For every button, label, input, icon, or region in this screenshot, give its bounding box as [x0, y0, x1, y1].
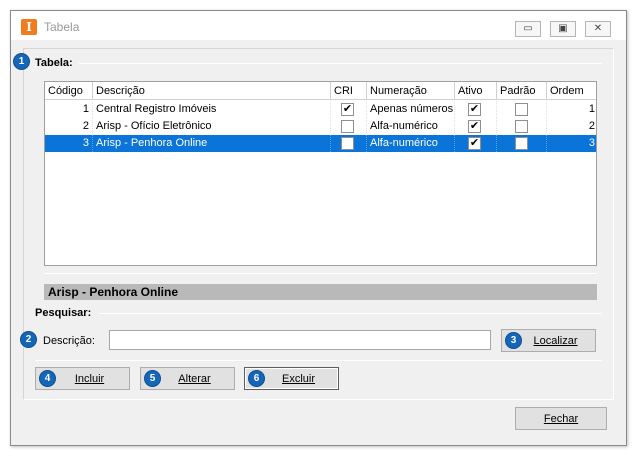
- step-badge-1: 1: [13, 53, 30, 70]
- tabela-window: I Tabela ▭ ▣ ✕ 1 Tabela: Código Descriçã…: [10, 10, 627, 446]
- step-badge-6: 6: [248, 370, 265, 387]
- title-bar[interactable]: I Tabela ▭ ▣ ✕: [11, 11, 626, 40]
- cri-checkbox[interactable]: [341, 120, 354, 133]
- cell-cri: ✔: [331, 101, 367, 118]
- cell-codigo: 1: [45, 101, 93, 118]
- cell-ordem: 3: [588, 137, 595, 149]
- table-row-selected[interactable]: 3 Arisp - Penhora Online Alfa-numérico ✔…: [45, 135, 596, 152]
- column-header-descricao[interactable]: Descrição: [93, 82, 331, 100]
- localizar-button[interactable]: 3 Localizar: [501, 329, 596, 352]
- cell-padrao: [497, 101, 547, 118]
- cell-cri: [331, 118, 367, 135]
- padrao-checkbox[interactable]: [515, 103, 528, 116]
- table-row[interactable]: 2 Arisp - Ofício Eletrônico Alfa-numéric…: [45, 118, 596, 135]
- cell-descricao: Arisp - Penhora Online: [93, 135, 331, 152]
- column-header-ordem[interactable]: Ordem: [547, 82, 596, 100]
- cell-cri: [331, 135, 367, 152]
- incluir-button-label: Incluir: [74, 372, 105, 385]
- padrao-checkbox[interactable]: [515, 120, 528, 133]
- fechar-button[interactable]: Fechar: [515, 407, 607, 430]
- ativo-checkbox[interactable]: ✔: [468, 120, 481, 133]
- fechar-button-label: Fechar: [543, 412, 579, 425]
- cell-ativo: ✔: [455, 101, 497, 118]
- description-search-input[interactable]: [109, 330, 491, 350]
- step-badge-4: 4: [39, 370, 56, 387]
- alterar-button-label: Alterar: [178, 372, 211, 385]
- window-title: Tabela: [44, 20, 80, 34]
- search-divider: [99, 313, 602, 314]
- grid-header: Código Descrição CRI Numeração Ativo Pad…: [45, 82, 596, 100]
- ativo-checkbox[interactable]: ✔: [468, 137, 481, 150]
- padrao-checkbox[interactable]: [515, 137, 528, 150]
- cell-descricao: Arisp - Ofício Eletrônico: [93, 118, 331, 135]
- alterar-button[interactable]: 5 Alterar: [140, 367, 235, 390]
- close-icon: ✕: [593, 23, 603, 34]
- ativo-checkbox[interactable]: ✔: [468, 103, 481, 116]
- close-window-button[interactable]: ✕: [585, 21, 611, 37]
- cell-ativo: ✔: [455, 118, 497, 135]
- column-header-codigo[interactable]: Código: [45, 82, 93, 100]
- description-field-label: Descrição:: [43, 335, 95, 347]
- step-badge-2: 2: [20, 331, 37, 348]
- restore-button[interactable]: ▣: [550, 21, 576, 37]
- localizar-button-label: Localizar: [533, 334, 578, 347]
- column-header-numeracao[interactable]: Numeração: [367, 82, 455, 100]
- cell-descricao: Central Registro Imóveis: [93, 101, 331, 118]
- cri-checkbox[interactable]: [341, 137, 354, 150]
- table-row[interactable]: 1 Central Registro Imóveis ✔ Apenas núme…: [45, 101, 596, 118]
- section-divider: [79, 63, 602, 64]
- grid-divider: [44, 273, 597, 274]
- step-badge-5: 5: [144, 370, 161, 387]
- excluir-button[interactable]: 6 Excluir: [244, 367, 339, 390]
- cell-ativo: ✔: [455, 135, 497, 152]
- cell-numeracao: Alfa-numérico: [367, 135, 455, 152]
- selected-record-bar: Arisp - Penhora Online: [44, 284, 597, 300]
- step-badge-3: 3: [505, 332, 522, 349]
- minimize-icon: ▭: [523, 23, 533, 34]
- column-header-ativo[interactable]: Ativo: [455, 82, 497, 100]
- app-logo-icon: I: [21, 19, 37, 35]
- actions-divider: [35, 360, 602, 361]
- table-section-label: Tabela:: [35, 57, 73, 69]
- minimize-button[interactable]: ▭: [515, 21, 541, 37]
- cell-padrao: [497, 118, 547, 135]
- cell-padrao: [497, 135, 547, 152]
- cri-checkbox[interactable]: ✔: [341, 103, 354, 116]
- cell-ordem: 1: [588, 103, 595, 115]
- cell-codigo: 3: [45, 135, 93, 152]
- column-header-cri[interactable]: CRI: [331, 82, 367, 100]
- cell-ordem: 2: [588, 120, 595, 132]
- excluir-button-label: Excluir: [281, 372, 315, 385]
- column-header-padrao[interactable]: Padrão: [497, 82, 547, 100]
- records-grid[interactable]: Código Descrição CRI Numeração Ativo Pad…: [44, 81, 597, 266]
- search-section-label: Pesquisar:: [35, 307, 92, 319]
- restore-icon: ▣: [558, 23, 568, 34]
- cell-numeracao: Alfa-numérico: [367, 118, 455, 135]
- cell-numeracao: Apenas números: [367, 101, 455, 118]
- incluir-button[interactable]: 4 Incluir: [35, 367, 130, 390]
- cell-codigo: 2: [45, 118, 93, 135]
